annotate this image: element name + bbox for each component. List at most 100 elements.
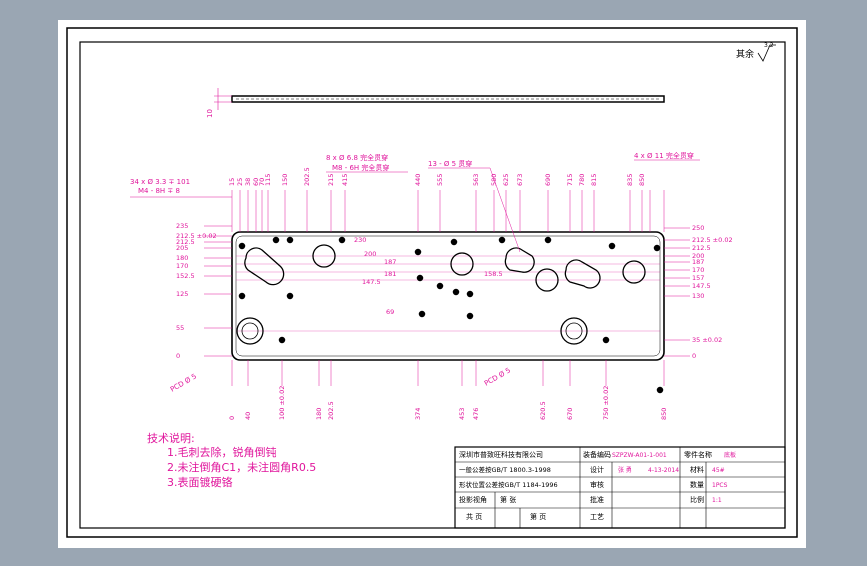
dim-label: 25: [236, 178, 244, 186]
small-hole: [466, 290, 474, 298]
tb-company: 深圳市普致旺科技有限公司: [459, 450, 543, 459]
small-hole: [238, 292, 246, 300]
tb-part-no-label: 装备编码: [583, 450, 611, 459]
dim-label: 476: [472, 408, 480, 420]
small-hole: [653, 244, 661, 252]
dim-label: 55: [176, 324, 184, 332]
dim-label: 150: [281, 174, 289, 186]
dim-label: 38: [244, 178, 252, 186]
dim-label: 750 ±0.02: [602, 386, 610, 420]
tb-part-no-value: SZPZW-A01-1-001: [612, 452, 667, 459]
drawing-canvas: 其余 3.2 10 15 25 38 6070115 150 202.5 215 415 440…: [58, 20, 806, 548]
small-hole: [466, 312, 474, 320]
small-hole: [418, 310, 426, 318]
dim-label: 715: [566, 174, 574, 186]
callout-d5: 13 - Ø 5 贯穿: [428, 159, 472, 168]
small-hole: [416, 274, 424, 282]
dim-label: 180: [176, 254, 188, 262]
tb-part-name-value: 底板: [724, 451, 736, 459]
dim-label: 187: [384, 258, 396, 266]
tb-sheet: 第 张: [500, 495, 516, 504]
dim-label: 181: [384, 270, 396, 278]
dim-label: 170: [692, 266, 704, 274]
callout-m8: 8 x Ø 6.8 完全贯穿: [326, 153, 388, 162]
dim-label: 212.5 ±0.02: [692, 236, 733, 244]
small-hole: [278, 336, 286, 344]
dim-label: 205: [176, 244, 188, 252]
small-hole: [436, 282, 444, 290]
tb-ratio-label: 比例: [690, 495, 704, 504]
small-hole: [544, 236, 552, 244]
tb-standard1: 一般公差按GB/T 1800.3-1998: [459, 465, 551, 474]
tb-standard2: 形状位置公差按GB/T 1184-1996: [459, 480, 558, 489]
dim-label: 625: [502, 174, 510, 186]
tb-check-label: 审核: [590, 480, 604, 489]
dim-label: 130: [692, 292, 704, 300]
dim-label: 690: [544, 174, 552, 186]
dim-label: 673: [516, 174, 524, 186]
dim-label: 158.5: [484, 270, 503, 278]
tb-page: 第 页: [530, 512, 546, 521]
dim-label: 212.5: [692, 244, 711, 252]
dim-label: 202.5: [327, 401, 335, 420]
dim-label: 15: [228, 178, 236, 186]
dim-label: 100 ±0.02: [278, 386, 286, 420]
tb-design-label: 设计: [590, 465, 604, 474]
callout-m8-thread: M8 - 6H 完全贯穿: [332, 163, 389, 172]
tb-date: 4-13-2014: [648, 467, 679, 474]
small-hole: [608, 242, 616, 250]
dim-label: 0: [228, 416, 236, 420]
small-hole: [338, 236, 346, 244]
tb-ratio-value: 1:1: [712, 497, 722, 504]
small-hole: [238, 242, 246, 250]
dim-label: 200: [364, 250, 376, 258]
small-hole: [602, 336, 610, 344]
small-hole: [286, 292, 294, 300]
tb-projection: 投影视角: [459, 495, 487, 504]
callout-d11: 4 x Ø 11 完全贯穿: [634, 151, 694, 160]
dim-label: 125: [176, 290, 188, 298]
cad-viewport[interactable]: 其余 3.2 10 15 25 38 60 70 115 150 202.5 215 415 440…: [0, 0, 867, 562]
small-hole: [452, 288, 460, 296]
small-hole: [656, 386, 664, 394]
roughness-value: 3.2: [764, 42, 774, 49]
dim-label: 157: [692, 274, 704, 282]
dim-label: 215: [327, 174, 335, 186]
dim-label: 374: [414, 408, 422, 420]
dim-label: 415: [341, 174, 349, 186]
dim-label: 835: [626, 174, 634, 186]
tb-material-label: 材料: [690, 465, 704, 474]
dim-label: 670: [566, 408, 574, 420]
dim-label: 440: [414, 174, 422, 186]
note-1: 1.毛刺去除，锐角倒钝: [167, 445, 277, 459]
dim-label: 250: [692, 224, 704, 232]
dim-label: 235: [176, 222, 188, 230]
dim-label: 147.5: [692, 282, 711, 290]
thickness-dim: 10: [206, 109, 214, 118]
dim-label: 850: [660, 408, 668, 420]
callout-m4-thread: M4 - 8H ∓ 8: [138, 187, 180, 195]
dim-label: 0: [176, 352, 180, 360]
small-hole: [272, 236, 280, 244]
dim-label: 35 ±0.02: [692, 336, 722, 344]
dim-label: 170: [176, 262, 188, 270]
tb-qty-value: 1PCS: [712, 482, 728, 489]
dim-label: 230: [354, 236, 366, 244]
dim-label: 815: [590, 174, 598, 186]
dim-label: 780: [578, 174, 586, 186]
dim-label: 620.5: [539, 401, 547, 420]
dim-label: 69: [386, 308, 394, 316]
dim-label: 850: [638, 174, 646, 186]
small-hole: [498, 236, 506, 244]
dim-label: 187: [692, 258, 704, 266]
dim-label: 555: [436, 174, 444, 186]
tb-qty-label: 数量: [690, 480, 704, 489]
note-2: 2.未注倒角C1，未注圆角R0.5: [167, 460, 316, 474]
notes-title: 技术说明:: [147, 431, 195, 445]
tb-craft-label: 工艺: [590, 513, 604, 521]
dim-label: 147.5: [362, 278, 381, 286]
dim-label: 453: [458, 408, 466, 420]
dim-label: 180: [315, 408, 323, 420]
dim-label: 40: [244, 412, 252, 420]
tb-part-name-label: 零件名称: [684, 450, 712, 459]
